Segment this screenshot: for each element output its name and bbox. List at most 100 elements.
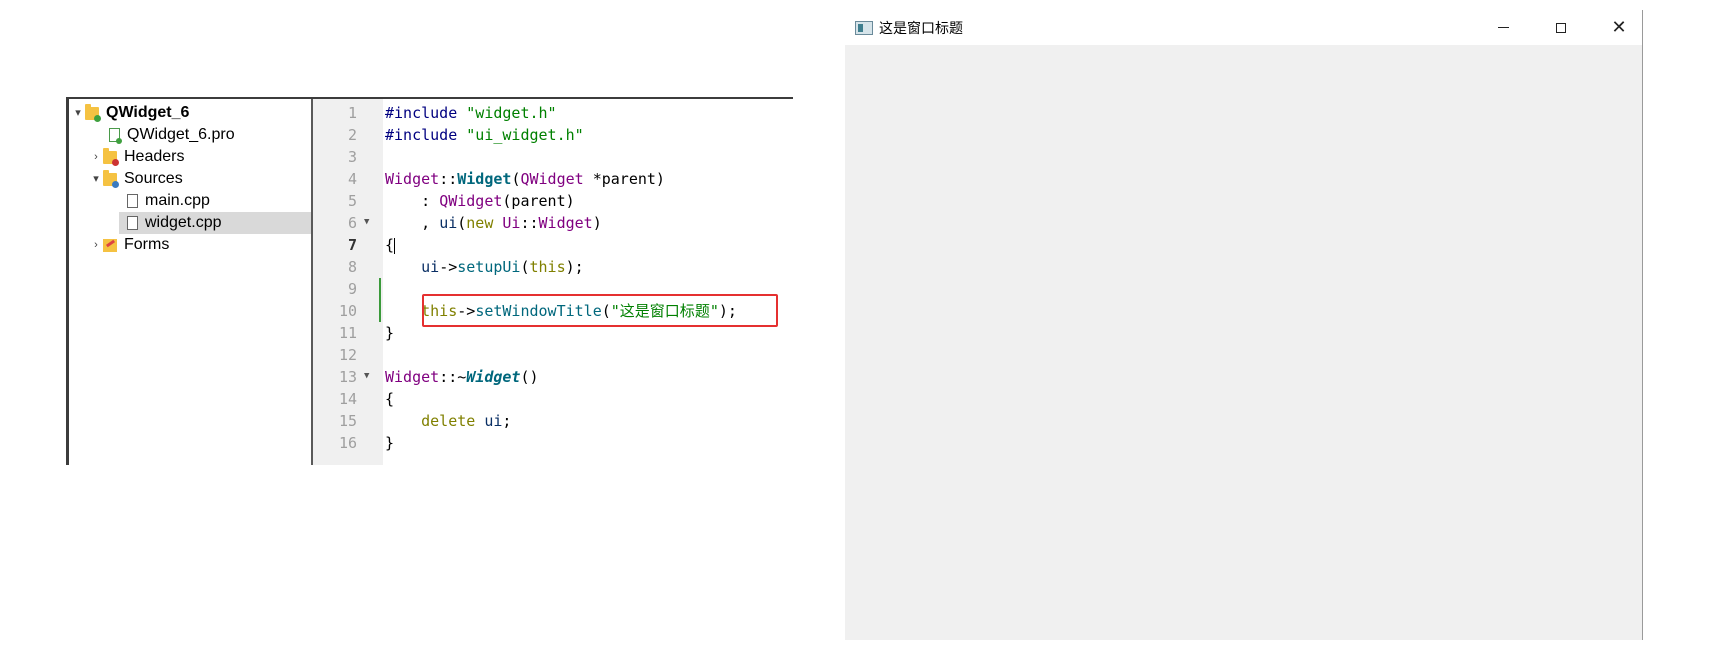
code-line-1: #include "widget.h" xyxy=(385,102,557,124)
code-editor[interactable]: #include "widget.h" #include "ui_widget.… xyxy=(385,99,793,465)
token: } xyxy=(385,434,395,452)
file-icon xyxy=(127,216,138,230)
token: ui xyxy=(439,214,458,232)
close-button[interactable]: ✕ xyxy=(1596,10,1642,45)
line-number: 4 xyxy=(347,170,357,188)
project-folder-icon xyxy=(85,103,101,122)
token: , xyxy=(385,214,440,232)
app-window: 这是窗口标题 ✕ xyxy=(845,10,1643,640)
line-number: 2 xyxy=(347,126,357,144)
token: setupUi xyxy=(457,258,521,276)
line-number: 9 xyxy=(347,280,357,298)
token: "widget.h" xyxy=(466,104,557,122)
code-line-5: : QWidget(parent) xyxy=(385,190,575,212)
line-number: 6 xyxy=(347,214,357,232)
forms-folder-icon xyxy=(103,238,117,252)
code-line-8: ui->setupUi(this); xyxy=(385,256,584,278)
token: : xyxy=(385,192,440,210)
token: QWidget xyxy=(439,192,503,210)
file-icon xyxy=(127,194,138,208)
window-title: 这是窗口标题 xyxy=(879,20,963,37)
widget-cpp-label: widget.cpp xyxy=(145,214,222,231)
chevron-right-icon[interactable]: › xyxy=(89,146,103,168)
token: { xyxy=(385,236,395,254)
project-name: QWidget_6 xyxy=(106,104,190,121)
chevron-down-icon[interactable]: ▾ xyxy=(71,102,85,124)
fold-arrow-icon[interactable]: ▼ xyxy=(364,212,374,234)
code-line-16: } xyxy=(385,432,394,454)
token: :: xyxy=(439,170,458,188)
tree-item-pro-file[interactable]: QWidget_6.pro xyxy=(109,124,235,146)
line-number: 12 xyxy=(338,346,357,364)
tree-item-widget-cpp[interactable]: widget.cpp xyxy=(119,212,311,234)
token: QWidget xyxy=(520,170,584,188)
code-line-13: Widget::~Widget() xyxy=(385,366,539,388)
ide-panel: ▾ QWidget_6 QWidget_6.pro › Headers ▾ So… xyxy=(66,97,793,465)
code-line-11: } xyxy=(385,322,394,344)
app-icon xyxy=(855,20,873,35)
line-number: 13 xyxy=(338,368,357,386)
token: ui xyxy=(484,412,503,430)
line-number: 1 xyxy=(347,104,357,122)
token: Widget xyxy=(457,170,512,188)
chevron-down-icon[interactable]: ▾ xyxy=(89,168,103,190)
code-line-4: Widget::Widget(QWidget *parent) xyxy=(385,168,665,190)
tree-item-main-cpp[interactable]: main.cpp xyxy=(127,190,210,212)
tree-item-forms[interactable]: › Forms xyxy=(89,234,169,256)
maximize-button[interactable] xyxy=(1538,10,1584,45)
code-line-15: delete ui; xyxy=(385,410,511,432)
token: Widget xyxy=(466,368,521,386)
token: Widget xyxy=(385,368,440,386)
line-number-current: 7 xyxy=(347,236,357,254)
code-line-2: #include "ui_widget.h" xyxy=(385,124,584,146)
maximize-icon xyxy=(1556,22,1566,33)
token: #include xyxy=(385,104,458,122)
minimize-icon xyxy=(1497,27,1509,28)
token: ); xyxy=(565,258,584,276)
fold-arrow-icon[interactable]: ▼ xyxy=(364,366,374,388)
code-line-7: { xyxy=(385,234,396,256)
headers-label: Headers xyxy=(124,148,185,165)
token: ; xyxy=(502,412,512,430)
token: this xyxy=(529,258,566,276)
project-tree[interactable]: ▾ QWidget_6 QWidget_6.pro › Headers ▾ So… xyxy=(69,99,313,465)
token: Ui xyxy=(502,214,521,232)
annotation-highlight-box xyxy=(422,294,778,327)
text-cursor xyxy=(394,237,396,254)
tree-item-headers[interactable]: › Headers xyxy=(89,146,184,168)
token: *parent) xyxy=(583,170,665,188)
code-line-6: , ui(new Ui::Widget) xyxy=(385,212,602,234)
token: -> xyxy=(439,258,458,276)
token: delete xyxy=(421,412,476,430)
change-marker xyxy=(379,278,381,322)
line-number: 11 xyxy=(338,324,357,342)
token: ( xyxy=(457,214,467,232)
token: ui xyxy=(421,258,440,276)
line-number: 16 xyxy=(338,434,357,452)
pro-file-label: QWidget_6.pro xyxy=(127,126,235,143)
window-titlebar[interactable]: 这是窗口标题 ✕ xyxy=(845,10,1642,45)
tree-item-project[interactable]: ▾ QWidget_6 xyxy=(71,102,189,124)
minimize-button[interactable] xyxy=(1480,10,1526,45)
token: Widget xyxy=(538,214,593,232)
token: () xyxy=(520,368,539,386)
line-number: 15 xyxy=(338,412,357,430)
line-number: 5 xyxy=(347,192,357,210)
pro-file-icon xyxy=(109,128,122,144)
token: #include xyxy=(385,126,458,144)
token: { xyxy=(385,390,395,408)
token: } xyxy=(385,324,395,342)
tree-item-sources[interactable]: ▾ Sources xyxy=(89,168,183,190)
token: Widget xyxy=(385,170,440,188)
token: :: xyxy=(520,214,539,232)
token: ) xyxy=(592,214,602,232)
chevron-right-icon[interactable]: › xyxy=(89,234,103,256)
token: ( xyxy=(520,258,530,276)
token: "ui_widget.h" xyxy=(466,126,584,144)
close-icon: ✕ xyxy=(1611,17,1627,38)
window-client-area[interactable] xyxy=(845,45,1642,640)
line-number-gutter: 1 2 3 4 5 6 7 8 9 10 11 12 13 14 15 16 ▼… xyxy=(313,99,383,465)
